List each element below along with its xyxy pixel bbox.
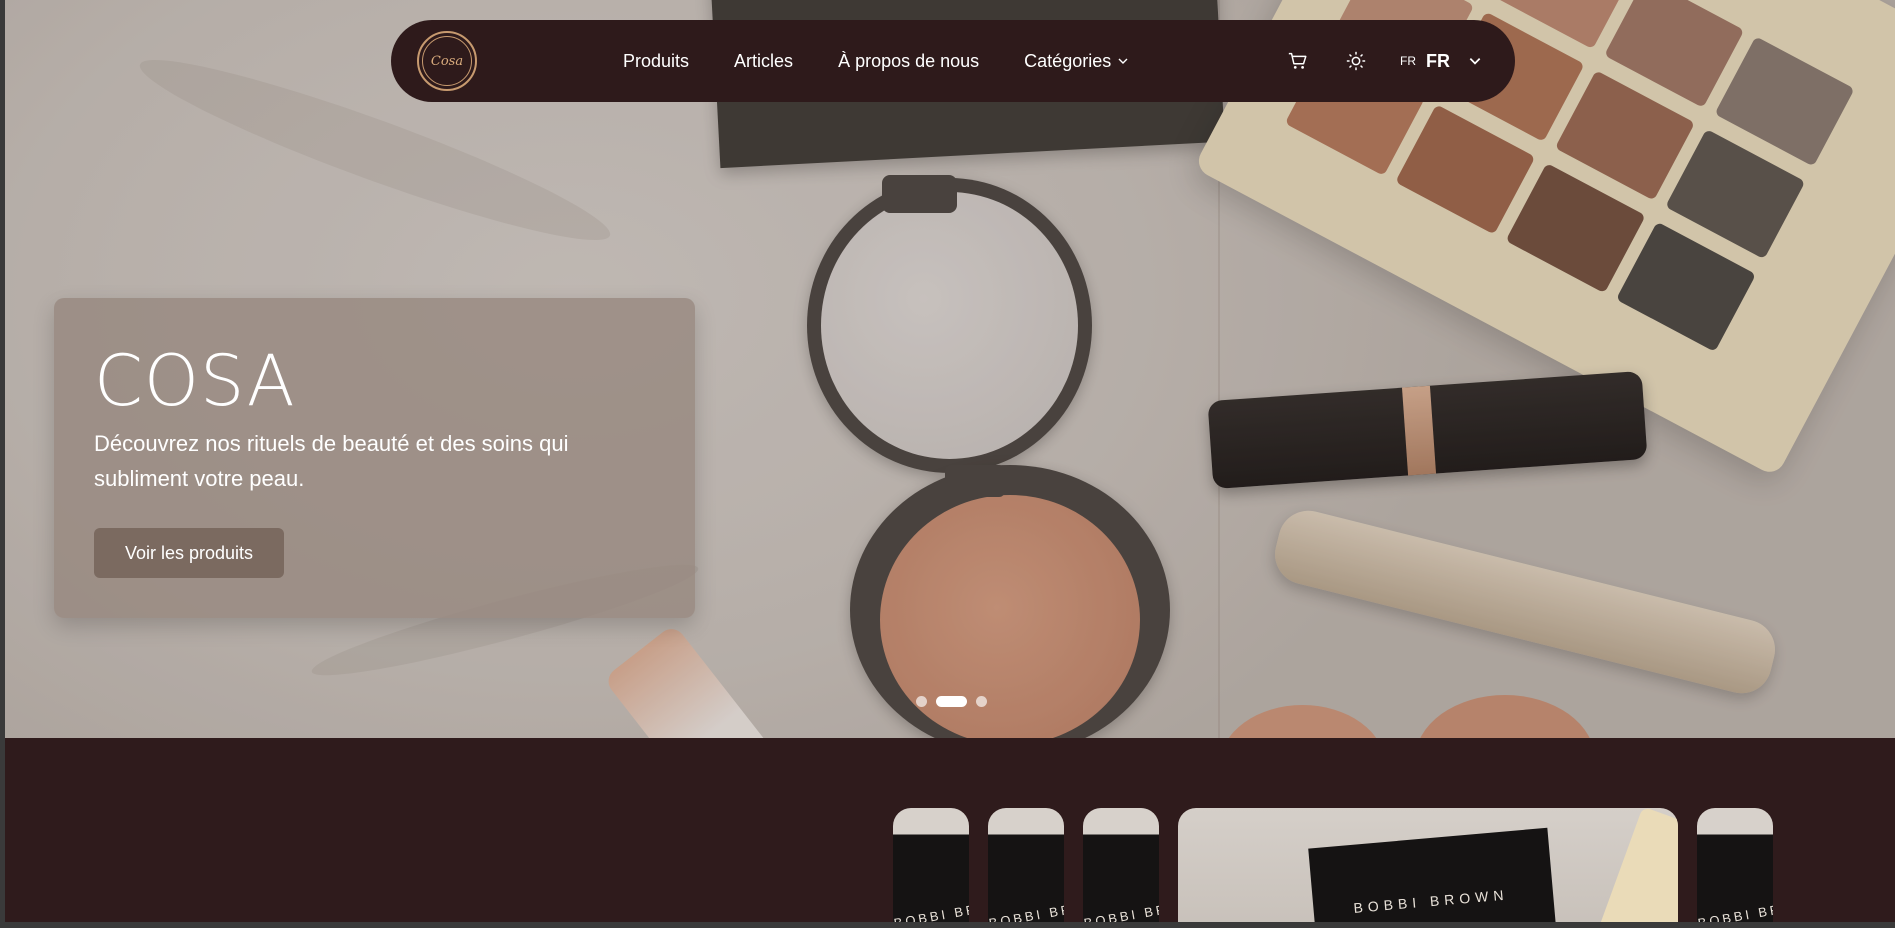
sun-icon [1346,51,1366,71]
nav-link-articles[interactable]: Articles [734,51,793,72]
nav-links: Produits Articles À propos de nous Catég… [623,20,1174,102]
cart-button[interactable] [1284,47,1312,75]
logo-text: Cosa [422,36,472,86]
nav-link-label: Produits [623,50,690,71]
hero-subtitle: Découvrez nos rituels de beauté et des s… [94,431,569,491]
page-frame: COSA Découvrez nos rituels de beauté et … [5,0,1895,922]
language-code-small: FR [1400,54,1416,68]
gallery-thumbnail[interactable]: BOBBI BROWN [1697,808,1773,922]
gallery-thumbnail[interactable]: BOBBI BROWN [1083,808,1159,922]
nav-link-label: Articles [734,50,794,71]
cosa-logo[interactable]: Cosa [417,31,477,91]
main-navbar: Cosa Produits Articles À propos de nous … [391,20,1515,102]
nav-link-products[interactable]: Produits [623,51,689,72]
carousel-indicators [916,696,996,707]
view-products-button[interactable]: Voir les produits [94,528,284,578]
nav-link-label: À propos de nous [838,50,980,71]
language-code: FR [1426,50,1450,71]
hero-card: COSA Découvrez nos rituels de beauté et … [54,298,695,618]
cart-icon [1288,52,1307,69]
hero-title: COSA [94,340,296,422]
language-selector[interactable]: FR FR [1400,51,1482,72]
chevron-down-icon [1469,58,1481,65]
thumbnail-brand-text: BOBBI BROWN [1083,894,1159,922]
nav-link-about[interactable]: À propos de nous [838,51,979,72]
gallery-thumbnail[interactable]: BOBBI BROWN [893,808,969,922]
nav-actions: FR FR [1284,20,1482,102]
thumbnail-brand-text: BOBBI BROWN [1697,894,1773,922]
product-box-image: BOBBI BROWN [1308,827,1558,922]
thumbnail-brand-text: BOBBI BROWN [893,894,969,922]
chevron-down-icon [1118,58,1128,64]
carousel-dot[interactable] [976,696,987,707]
nav-link-label: Catégories [1024,50,1112,71]
thumbnail-brand-text: BOBBI BROWN [988,894,1064,922]
nav-link-categories[interactable]: Catégories [1024,51,1129,72]
palette-image [1598,808,1678,922]
hero-banner: COSA Découvrez nos rituels de beauté et … [5,0,1895,738]
carousel-dot-active[interactable] [936,696,967,707]
theme-toggle-button[interactable] [1342,47,1370,75]
carousel-dot[interactable] [916,696,927,707]
gallery-thumbnail-active[interactable]: BOBBI BROWN [1178,808,1678,922]
gallery-strip: BOBBI BROWN BOBBI BROWN BOBBI BROWN BOBB… [5,808,1895,922]
thumbnail-brand-text: BOBBI BROWN [1352,886,1510,916]
gallery-thumbnail[interactable]: BOBBI BROWN [988,808,1064,922]
